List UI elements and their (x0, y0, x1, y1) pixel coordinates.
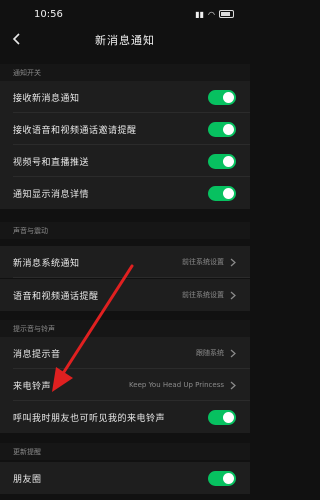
section-label: 提示音与铃声 (13, 324, 55, 333)
row-label: 新消息系统通知 (13, 258, 80, 269)
row-moments[interactable]: 朋友圈 (0, 462, 250, 494)
section-header-more: 更新提醒 (0, 443, 250, 460)
chevron-right-icon (230, 349, 236, 357)
section-label: 通知开关 (13, 68, 41, 77)
row-msg-tone[interactable]: 消息提示音 跟随系统 (0, 337, 250, 369)
section-label: 更新提醒 (13, 447, 41, 456)
back-button[interactable] (10, 31, 24, 47)
chevron-right-icon (230, 258, 236, 266)
nav-bar: 新消息通知 (0, 28, 250, 52)
moments-toggle[interactable] (208, 470, 236, 486)
row-label: 通知显示消息详情 (13, 189, 90, 200)
section-header-sound-vibration: 声音与震动 (0, 222, 250, 239)
row-label: 朋友圈 (13, 474, 42, 485)
row-channels-live[interactable]: 视频号和直播推送 (0, 145, 250, 177)
chevron-left-icon (12, 33, 20, 45)
row-value: 前往系统设置 (182, 291, 224, 299)
row-receive-voice-video[interactable]: 接收语音和视频通话邀请提醒 (0, 113, 250, 145)
row-label: 来电铃声 (13, 381, 52, 392)
chevron-right-icon (230, 291, 236, 299)
row-value: 前往系统设置 (182, 258, 224, 266)
row-label: 消息提示音 (13, 349, 61, 360)
channels-live-toggle[interactable] (208, 153, 236, 169)
row-show-detail[interactable]: 通知显示消息详情 (0, 177, 250, 209)
page-title: 新消息通知 (95, 34, 155, 47)
row-label: 接收语音和视频通话邀请提醒 (13, 125, 137, 136)
signal-icon: ▮▮ (195, 9, 205, 19)
row-label: 呼叫我时朋友也可听见我的来电铃声 (13, 413, 166, 424)
status-bar: 10:56 ▮▮ ◠ (0, 0, 250, 28)
chevron-right-icon (230, 381, 236, 389)
row-value: 跟随系统 (196, 349, 224, 357)
divider (13, 277, 250, 278)
row-friends-hear[interactable]: 呼叫我时朋友也可听见我的来电铃声 (0, 401, 250, 433)
section-header-notify-switch: 通知开关 (0, 64, 250, 81)
row-label: 语音和视频通话提醒 (13, 291, 99, 302)
battery-icon (219, 10, 234, 18)
show-detail-toggle[interactable] (208, 185, 236, 201)
section-label: 声音与震动 (13, 226, 48, 235)
row-ringtone[interactable]: 来电铃声 Keep You Head Up Princess (0, 369, 250, 401)
friends-hear-toggle[interactable] (208, 409, 236, 425)
row-label: 视频号和直播推送 (13, 157, 90, 168)
status-time: 10:56 (34, 8, 63, 20)
receive-voice-video-toggle[interactable] (208, 121, 236, 137)
status-icons: ▮▮ ◠ (195, 10, 234, 19)
section-header-ringtone: 提示音与铃声 (0, 320, 250, 337)
row-msg-system-notify[interactable]: 新消息系统通知 前往系统设置 (0, 246, 250, 278)
row-receive-new[interactable]: 接收新消息通知 (0, 81, 250, 113)
receive-new-toggle[interactable] (208, 89, 236, 105)
row-voice-video-notify[interactable]: 语音和视频通话提醒 前往系统设置 (0, 279, 250, 311)
row-value: Keep You Head Up Princess (129, 381, 224, 389)
wifi-icon: ◠ (208, 9, 215, 19)
row-label: 接收新消息通知 (13, 93, 80, 104)
